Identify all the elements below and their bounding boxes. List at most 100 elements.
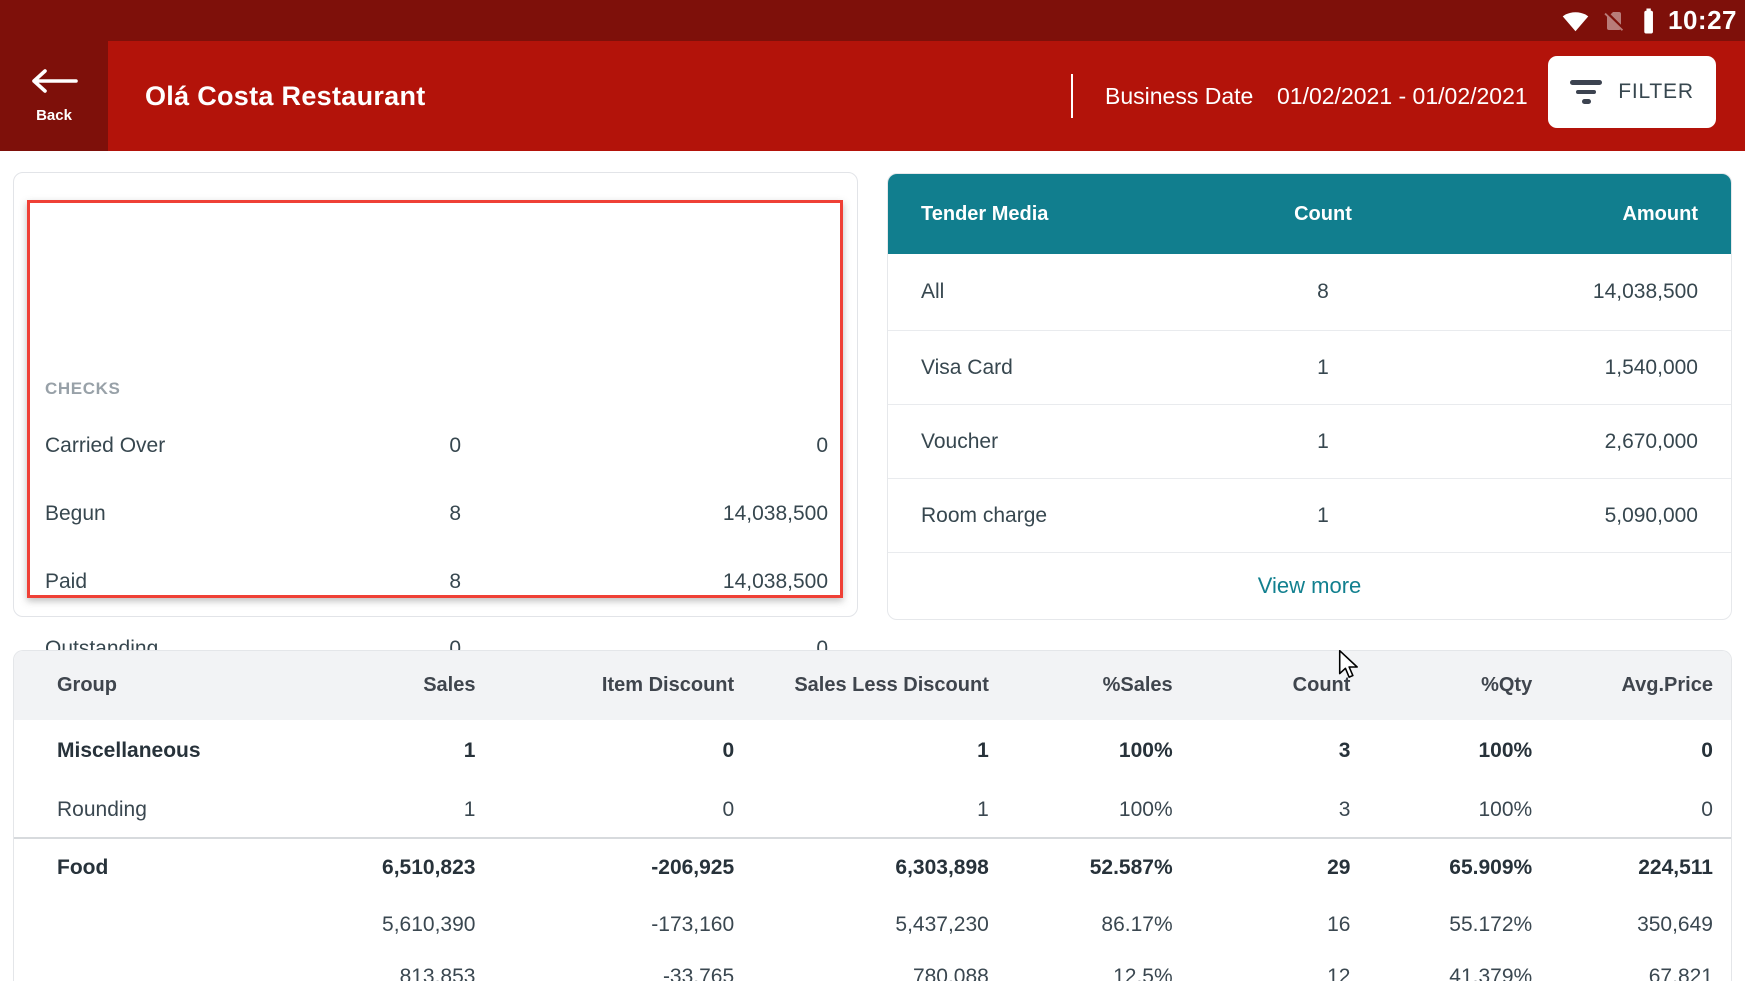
- no-sim-icon: [1602, 9, 1626, 33]
- tender-count: 1: [1263, 405, 1383, 478]
- avg-price-cell: 0: [1540, 798, 1731, 822]
- pct-qty-cell: 100%: [1358, 739, 1540, 763]
- tender-amount: 5,090,000: [1605, 479, 1698, 552]
- view-more-link[interactable]: View more: [1258, 573, 1362, 599]
- col-header-count: Count: [1181, 674, 1359, 697]
- pct-qty-cell: 41.379%: [1358, 965, 1540, 981]
- tender-row-room-charge[interactable]: Room charge 1 5,090,000: [888, 479, 1731, 553]
- pct-sales-cell: 86.17%: [997, 913, 1181, 937]
- col-header-group: Group: [14, 674, 344, 697]
- tender-count-header-label: Count: [1263, 174, 1383, 254]
- tender-count: 1: [1263, 479, 1383, 552]
- sales-group-table: Group Sales Item Discount Sales Less Dis…: [13, 650, 1732, 981]
- sales-table-header: Group Sales Item Discount Sales Less Dis…: [14, 651, 1731, 720]
- tender-media-card: Tender Media Count Amount All 8 14,038,5…: [887, 173, 1732, 620]
- pct-qty-cell: 65.909%: [1358, 856, 1540, 880]
- table-row-food-sub-1[interactable]: 5,610,390 -173,160 5,437,230 86.17% 16 5…: [14, 896, 1731, 953]
- tender-name: Room charge: [921, 479, 1047, 552]
- col-header-avg-price: Avg.Price: [1540, 674, 1731, 697]
- tender-name: All: [921, 254, 944, 330]
- filter-button[interactable]: FILTER: [1548, 56, 1716, 128]
- back-label: Back: [36, 107, 72, 124]
- checks-row-amount: 0: [568, 433, 828, 459]
- sales-cell: 813,853: [344, 965, 484, 981]
- checks-row-label: Carried Over: [45, 433, 165, 459]
- table-row-food[interactable]: Food 6,510,823 -206,925 6,303,898 52.587…: [14, 837, 1731, 896]
- avg-price-cell: 0: [1540, 739, 1731, 763]
- checks-row-begun: Begun 8 14,038,500: [14, 501, 859, 527]
- pct-qty-cell: 55.172%: [1358, 913, 1540, 937]
- col-header-pct-sales: %Sales: [997, 674, 1181, 697]
- tender-name: Visa Card: [921, 331, 1013, 404]
- filter-icon: [1570, 80, 1602, 104]
- item-discount-cell: -206,925: [483, 856, 742, 880]
- item-discount-cell: 0: [483, 739, 742, 763]
- sales-less-discount-cell: 6,303,898: [742, 856, 997, 880]
- checks-card: CHECKS Carried Over 0 0 Begun 8 14,038,5…: [13, 172, 858, 617]
- col-header-pct-qty: %Qty: [1358, 674, 1540, 697]
- tender-name: Voucher: [921, 405, 998, 478]
- count-cell: 3: [1181, 798, 1359, 822]
- pct-sales-cell: 100%: [997, 798, 1181, 822]
- count-cell: 29: [1181, 856, 1359, 880]
- item-discount-cell: -173,160: [483, 913, 742, 937]
- back-arrow-icon: [30, 68, 78, 99]
- tender-row-voucher[interactable]: Voucher 1 2,670,000: [888, 405, 1731, 479]
- sales-cell: 1: [344, 798, 484, 822]
- tender-amount: 1,540,000: [1605, 331, 1698, 404]
- sales-less-discount-cell: 1: [742, 739, 997, 763]
- tender-row-visa-card[interactable]: Visa Card 1 1,540,000: [888, 331, 1731, 405]
- appbar-divider: [1071, 74, 1073, 118]
- view-more-row[interactable]: View more: [888, 553, 1731, 619]
- sales-less-discount-cell: 5,437,230: [742, 913, 997, 937]
- group-cell: Miscellaneous: [14, 739, 344, 763]
- table-row-food-sub-2[interactable]: 813,853 -33,765 780,088 12.5% 12 41.379%…: [14, 953, 1731, 981]
- checks-row-amount: 14,038,500: [568, 569, 828, 595]
- status-bar: 10:27: [0, 0, 1745, 41]
- checks-row-count: 0: [301, 433, 461, 459]
- sales-less-discount-cell: 1: [742, 798, 997, 822]
- table-row-miscellaneous[interactable]: Miscellaneous 1 0 1 100% 3 100% 0: [14, 720, 1731, 782]
- table-row-rounding[interactable]: Rounding 1 0 1 100% 3 100% 0: [14, 782, 1731, 837]
- pct-sales-cell: 12.5%: [997, 965, 1181, 981]
- count-cell: 3: [1181, 739, 1359, 763]
- count-cell: 12: [1181, 965, 1359, 981]
- back-button[interactable]: Back: [0, 41, 108, 151]
- checks-row-amount: 14,038,500: [568, 501, 828, 527]
- tender-row-all[interactable]: All 8 14,038,500: [888, 254, 1731, 331]
- business-date-value[interactable]: 01/02/2021 - 01/02/2021: [1277, 41, 1528, 151]
- col-header-item-discount: Item Discount: [483, 674, 742, 697]
- tender-count: 1: [1263, 331, 1383, 404]
- col-header-sales: Sales: [344, 674, 484, 697]
- sales-less-discount-cell: 780,088: [742, 965, 997, 981]
- pct-qty-cell: 100%: [1358, 798, 1540, 822]
- item-discount-cell: 0: [483, 798, 742, 822]
- checks-row-count: 8: [301, 569, 461, 595]
- count-cell: 16: [1181, 913, 1359, 937]
- checks-row-paid: Paid 8 14,038,500: [14, 569, 859, 595]
- col-header-sales-less-discount: Sales Less Discount: [742, 674, 997, 697]
- tender-amount: 2,670,000: [1605, 405, 1698, 478]
- tender-count: 8: [1263, 254, 1383, 330]
- sales-cell: 1: [344, 739, 484, 763]
- checks-row-count: 8: [301, 501, 461, 527]
- app-bar: Back Olá Costa Restaurant Business Date …: [0, 41, 1745, 151]
- avg-price-cell: 224,511: [1540, 856, 1731, 880]
- checks-row-label: Paid: [45, 569, 87, 595]
- avg-price-cell: 67,821: [1540, 965, 1731, 981]
- battery-icon: [1639, 8, 1655, 34]
- tender-media-header-label: Tender Media: [921, 174, 1048, 254]
- sales-cell: 5,610,390: [344, 913, 484, 937]
- filter-label: FILTER: [1618, 80, 1694, 104]
- pct-sales-cell: 100%: [997, 739, 1181, 763]
- page-title: Olá Costa Restaurant: [145, 41, 426, 151]
- tender-media-header: Tender Media Count Amount: [888, 174, 1731, 254]
- pct-sales-cell: 52.587%: [997, 856, 1181, 880]
- checks-row-label: Begun: [45, 501, 106, 527]
- checks-row-carried-over: Carried Over 0 0: [14, 433, 859, 459]
- status-time: 10:27: [1668, 5, 1737, 36]
- group-cell: Food: [14, 856, 344, 880]
- business-date-label: Business Date: [1105, 41, 1253, 151]
- red-highlight-annotation: [27, 200, 843, 598]
- avg-price-cell: 350,649: [1540, 913, 1731, 937]
